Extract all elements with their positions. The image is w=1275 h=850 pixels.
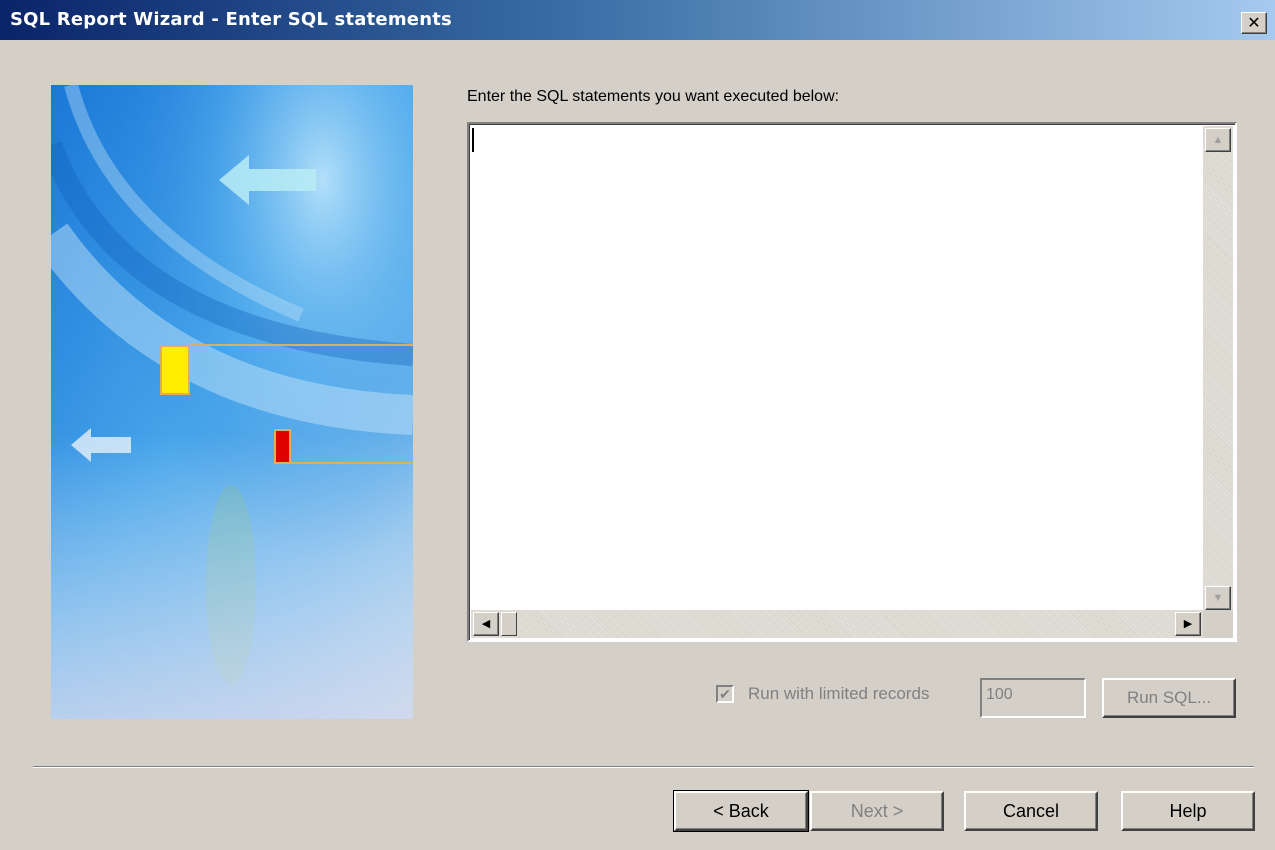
scroll-right-button[interactable]: ▶ bbox=[1175, 612, 1201, 636]
vertical-scrollbar[interactable]: ▲ ▼ bbox=[1203, 126, 1233, 612]
red-marker bbox=[274, 429, 291, 464]
close-icon: ✕ bbox=[1247, 13, 1261, 32]
yellow-marker bbox=[160, 345, 190, 395]
left-arrow-icon: ◀ bbox=[481, 618, 491, 630]
decorative-graphic bbox=[51, 85, 413, 719]
sql-prompt-label: Enter the SQL statements you want execut… bbox=[467, 88, 840, 105]
title-bar: SQL Report Wizard - Enter SQL statements… bbox=[0, 0, 1275, 40]
separator bbox=[33, 766, 1254, 768]
limited-records-label: Run with limited records bbox=[748, 684, 930, 703]
sql-input[interactable] bbox=[471, 126, 1203, 612]
back-button[interactable]: < Back bbox=[673, 790, 809, 832]
sql-editor: ▲ ▼ ◀ ▶ bbox=[467, 122, 1237, 642]
text-caret bbox=[472, 128, 474, 152]
scroll-up-button[interactable]: ▲ bbox=[1205, 128, 1231, 152]
next-button[interactable]: Next > bbox=[810, 791, 944, 831]
scrollbar-corner bbox=[1203, 610, 1233, 638]
help-button[interactable]: Help bbox=[1121, 791, 1255, 831]
record-limit-input[interactable]: 100 bbox=[980, 678, 1086, 718]
scroll-down-button[interactable]: ▼ bbox=[1205, 586, 1231, 610]
limited-records-checkbox[interactable]: ✔ bbox=[716, 685, 734, 703]
window-title: SQL Report Wizard - Enter SQL statements bbox=[10, 9, 452, 30]
checkmark-icon: ✔ bbox=[719, 686, 731, 702]
horizontal-scroll-thumb[interactable] bbox=[501, 612, 517, 636]
run-sql-button[interactable]: Run SQL... bbox=[1102, 678, 1236, 718]
scroll-left-button[interactable]: ◀ bbox=[473, 612, 499, 636]
right-arrow-icon: ▶ bbox=[1183, 618, 1193, 630]
horizontal-scrollbar[interactable]: ◀ ▶ bbox=[471, 610, 1203, 638]
close-button[interactable]: ✕ bbox=[1241, 12, 1267, 34]
up-arrow-icon: ▲ bbox=[1212, 134, 1224, 146]
down-arrow-icon: ▼ bbox=[1212, 592, 1224, 604]
wizard-side-image bbox=[51, 85, 413, 719]
cancel-button[interactable]: Cancel bbox=[964, 791, 1098, 831]
